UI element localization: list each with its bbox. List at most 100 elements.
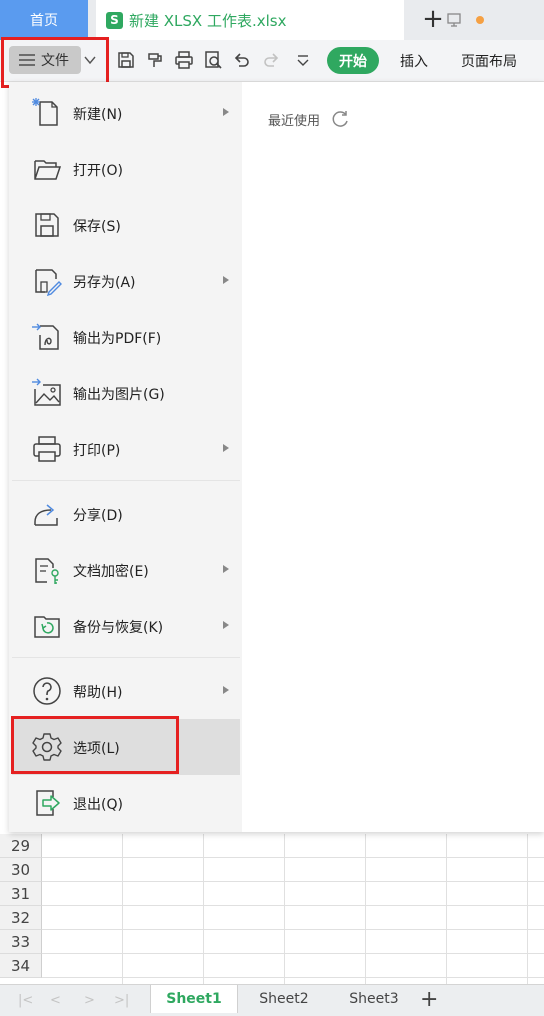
grid-row[interactable] bbox=[42, 954, 544, 978]
grid-column-line bbox=[527, 834, 528, 984]
monitor-icon[interactable] bbox=[446, 12, 462, 28]
menu-item-save[interactable]: 保存(S) bbox=[12, 197, 240, 253]
row-header[interactable]: 29 bbox=[0, 834, 42, 858]
menu-item-label: 选项(L) bbox=[73, 741, 120, 757]
file-menu-list: 新建(N) 打开(O) 保存(S) 另存为(A) 输出为PDF(F) 输出为图片… bbox=[9, 82, 242, 832]
more-tools-icon[interactable] bbox=[293, 50, 313, 70]
chevron-down-icon[interactable] bbox=[83, 53, 97, 67]
next-sheet-icon[interactable]: > bbox=[84, 993, 95, 1008]
new-tab-button[interactable]: + bbox=[420, 6, 446, 32]
format-painter-icon[interactable] bbox=[145, 50, 165, 70]
submenu-arrow-icon bbox=[223, 565, 229, 573]
add-sheet-button[interactable]: + bbox=[420, 987, 438, 1012]
submenu-arrow-icon bbox=[223, 276, 229, 284]
row-header[interactable]: 30 bbox=[0, 858, 42, 882]
menu-item-save-as[interactable]: 另存为(A) bbox=[12, 253, 240, 309]
first-sheet-icon[interactable]: |< bbox=[18, 993, 33, 1008]
redo-icon[interactable] bbox=[261, 50, 281, 70]
menu-item-encrypt[interactable]: 文档加密(E) bbox=[12, 542, 240, 598]
submenu-arrow-icon bbox=[223, 686, 229, 694]
tab-start[interactable]: 开始 bbox=[327, 47, 379, 74]
refresh-icon[interactable] bbox=[330, 109, 350, 129]
tab-home[interactable]: 首页 bbox=[0, 0, 88, 40]
menu-item-label: 帮助(H) bbox=[73, 685, 123, 701]
grid-row[interactable] bbox=[42, 834, 544, 858]
menu-item-label: 退出(Q) bbox=[73, 797, 123, 813]
save-icon[interactable] bbox=[116, 50, 136, 70]
menu-item-open[interactable]: 打开(O) bbox=[12, 141, 240, 197]
grid-row[interactable] bbox=[42, 882, 544, 906]
prev-sheet-icon[interactable]: < bbox=[50, 993, 61, 1008]
tab-bar: 首页 S 新建 XLSX 工作表.xlsx + bbox=[0, 0, 544, 40]
submenu-arrow-icon bbox=[223, 444, 229, 452]
recent-label: 最近使用 bbox=[268, 113, 321, 129]
help-icon bbox=[33, 677, 61, 705]
hamburger-icon bbox=[19, 54, 35, 66]
menu-item-exit[interactable]: 退出(Q) bbox=[12, 775, 240, 831]
menu-item-label: 备份与恢复(K) bbox=[73, 620, 164, 636]
tab-document[interactable]: S 新建 XLSX 工作表.xlsx bbox=[96, 0, 484, 40]
print-preview-icon[interactable] bbox=[203, 50, 223, 70]
submenu-arrow-icon bbox=[223, 108, 229, 116]
backup-icon bbox=[34, 616, 60, 638]
menu-item-print[interactable]: 打印(P) bbox=[12, 421, 240, 477]
menu-item-label: 新建(N) bbox=[73, 107, 123, 123]
tab-page-layout[interactable]: 页面布局 bbox=[461, 51, 517, 71]
sheet-tab-sheet1[interactable]: Sheet1 bbox=[150, 985, 238, 1013]
file-menu-button[interactable]: 文件 bbox=[9, 46, 81, 74]
grid-column-line bbox=[365, 834, 366, 984]
menu-item-backup[interactable]: 备份与恢复(K) bbox=[12, 598, 240, 654]
folder-open-icon bbox=[34, 160, 62, 180]
document-title: 新建 XLSX 工作表.xlsx bbox=[129, 11, 287, 30]
save-as-icon bbox=[35, 269, 62, 297]
save-icon bbox=[35, 213, 59, 237]
menu-item-label: 输出为PDF(F) bbox=[73, 331, 162, 347]
encrypt-icon bbox=[35, 558, 59, 584]
file-menu-label: 文件 bbox=[41, 53, 69, 69]
menu-item-help[interactable]: 帮助(H) bbox=[12, 663, 240, 719]
recent-section-header: 最近使用 bbox=[268, 109, 350, 129]
spreadsheet-logo-icon: S bbox=[106, 11, 123, 29]
grid-row[interactable] bbox=[42, 858, 544, 882]
tab-insert[interactable]: 插入 bbox=[400, 51, 428, 71]
menu-item-options[interactable]: 选项(L) bbox=[12, 719, 240, 775]
toolbar: 文件 开始 插入 页面布局 bbox=[0, 40, 544, 82]
exit-icon bbox=[36, 790, 60, 816]
grid-column-line bbox=[446, 834, 447, 984]
row-header[interactable]: 31 bbox=[0, 882, 42, 906]
row-header[interactable]: 34 bbox=[0, 954, 42, 978]
menu-item-label: 打开(O) bbox=[73, 163, 123, 179]
sheet-tab-bar: |< < > >| Sheet1 Sheet2 Sheet3 + bbox=[0, 984, 544, 1016]
menu-item-new[interactable]: 新建(N) bbox=[12, 85, 240, 141]
menu-item-export-pdf[interactable]: 输出为PDF(F) bbox=[12, 309, 240, 365]
file-menu-panel: 新建(N) 打开(O) 保存(S) 另存为(A) 输出为PDF(F) 输出为图片… bbox=[9, 82, 544, 832]
unsaved-dot-icon bbox=[476, 16, 484, 24]
grid-row[interactable] bbox=[42, 930, 544, 954]
sheet-tab-sheet3[interactable]: Sheet3 bbox=[330, 985, 418, 1013]
menu-item-label: 文档加密(E) bbox=[73, 564, 149, 580]
last-sheet-icon[interactable]: >| bbox=[114, 993, 129, 1008]
menu-separator bbox=[12, 480, 240, 481]
menu-separator bbox=[12, 657, 240, 658]
row-header[interactable]: 33 bbox=[0, 930, 42, 954]
menu-item-label: 输出为图片(G) bbox=[73, 387, 165, 403]
print-icon[interactable] bbox=[174, 50, 194, 70]
new-file-icon bbox=[32, 98, 58, 126]
menu-item-share[interactable]: 分享(D) bbox=[12, 486, 240, 542]
gear-icon bbox=[32, 733, 62, 761]
grid-row[interactable] bbox=[42, 906, 544, 930]
export-image-icon bbox=[32, 378, 61, 406]
menu-item-label: 打印(P) bbox=[73, 443, 121, 459]
menu-item-label: 分享(D) bbox=[73, 508, 123, 524]
printer-icon bbox=[33, 436, 61, 462]
grid-column-line bbox=[122, 834, 123, 984]
sheet-tab-sheet2[interactable]: Sheet2 bbox=[240, 985, 328, 1013]
grid-column-line bbox=[284, 834, 285, 984]
menu-item-label: 保存(S) bbox=[73, 219, 121, 235]
row-header[interactable]: 32 bbox=[0, 906, 42, 930]
menu-item-export-image[interactable]: 输出为图片(G) bbox=[12, 365, 240, 421]
export-pdf-icon bbox=[32, 323, 59, 350]
submenu-arrow-icon bbox=[223, 621, 229, 629]
undo-icon[interactable] bbox=[232, 50, 252, 70]
share-icon bbox=[34, 504, 58, 526]
